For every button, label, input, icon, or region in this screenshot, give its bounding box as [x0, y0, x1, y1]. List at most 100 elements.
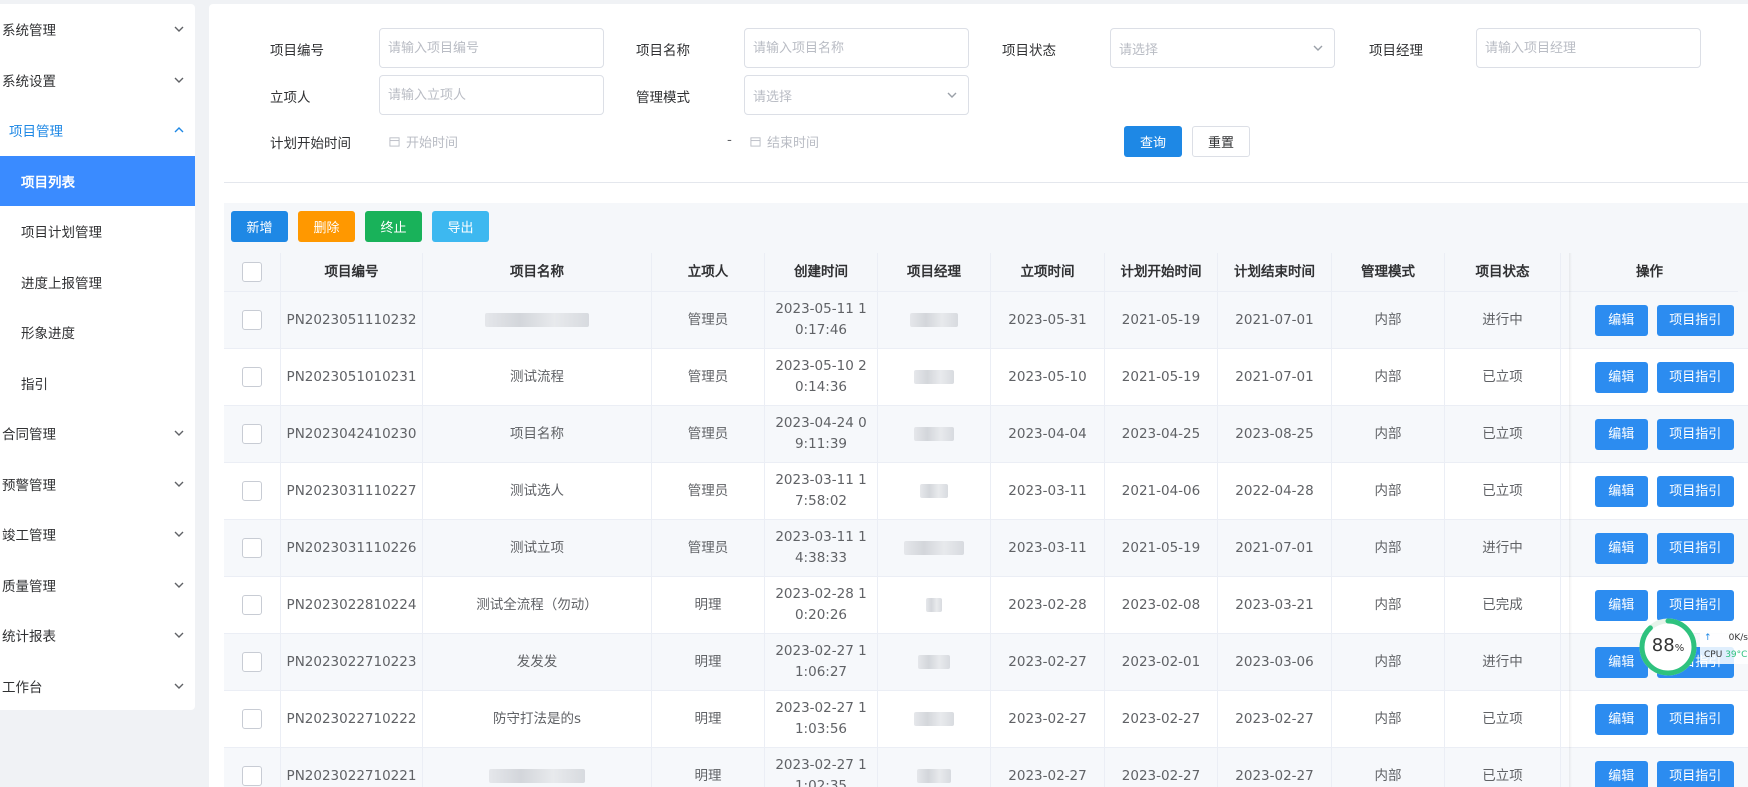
cell-text: 2023-03-11 [1008, 482, 1087, 499]
header-initiator[interactable]: 立项人 [652, 253, 765, 292]
calendar-icon [389, 137, 400, 147]
cell-plan-start: 2021-05-19 [1105, 520, 1218, 576]
sidebar-item-completion-management[interactable]: 竣工管理 [0, 509, 195, 560]
cell-text: 进行中 [1482, 311, 1523, 328]
sidebar-item-statistics-reports[interactable]: 统计报表 [0, 610, 195, 661]
sidebar-item-workbench[interactable]: 工作台 [0, 661, 195, 711]
cell-plan-end: 2021-07-01 [1218, 520, 1332, 576]
sidebar-item-system-settings[interactable]: 系统设置 [0, 55, 195, 106]
chevron-down-icon [174, 632, 184, 639]
cell-text: 已立项 [1482, 425, 1523, 442]
table-row[interactable]: PN2023051110232 管理员 2023-05-11 10:17:46 202… [224, 292, 1748, 349]
sidebar-item-system-management[interactable]: 系统管理 [0, 4, 195, 55]
sidebar-subitem-guide[interactable]: 指引 [0, 358, 195, 409]
project-guide-button[interactable]: 项目指引 [1656, 703, 1734, 735]
redacted-manager [914, 427, 954, 441]
cell-text: 内部 [1374, 368, 1402, 385]
row-checkbox[interactable] [242, 310, 262, 330]
row-checkbox[interactable] [242, 652, 262, 672]
edit-button[interactable]: 编辑 [1595, 475, 1648, 507]
header-manager[interactable]: 项目经理 [878, 253, 991, 292]
table-row[interactable]: PN2023031110226 测试立项 管理员 2023-03-11 14:38:3… [224, 520, 1748, 577]
sidebar-item-label: 系统设置 [2, 73, 56, 90]
project-no-input[interactable] [379, 28, 604, 68]
redacted-manager [910, 313, 958, 327]
export-button[interactable]: 导出 [432, 211, 489, 242]
edit-button[interactable]: 编辑 [1595, 532, 1648, 564]
project-guide-button[interactable]: 项目指引 [1656, 304, 1734, 336]
cell-text: 2021-04-06 [1121, 482, 1201, 499]
project-name-input[interactable] [744, 28, 969, 68]
table-row[interactable]: PN2023022710222 防守打法是的s 明理 2023-02-27 11:03… [224, 691, 1748, 748]
header-approved[interactable]: 立项时间 [991, 253, 1105, 292]
project-status-select[interactable]: 请选择 [1110, 28, 1335, 68]
edit-button[interactable]: 编辑 [1595, 361, 1648, 393]
sidebar-item-contract-management[interactable]: 合同管理 [0, 408, 195, 459]
cell-text: 进行中 [1482, 539, 1523, 556]
cell-plan-start: 2021-04-06 [1105, 463, 1218, 519]
row-checkbox[interactable] [242, 595, 262, 615]
row-checkbox[interactable] [242, 766, 262, 786]
edit-button[interactable]: 编辑 [1595, 304, 1648, 336]
table-row[interactable]: PN2023031110227 测试选人 管理员 2023-03-11 17:58:0… [224, 463, 1748, 520]
mgmt-mode-label: 管理模式 [636, 90, 690, 106]
row-checkbox[interactable] [242, 538, 262, 558]
cell-name: 测试流程 [423, 349, 652, 405]
header-created[interactable]: 创建时间 [765, 253, 878, 292]
sidebar-item-quality-management[interactable]: 质量管理 [0, 560, 195, 611]
cell-created: 2023-02-28 10:20:26 [765, 577, 878, 633]
select-all-checkbox[interactable] [242, 262, 262, 282]
edit-button[interactable]: 编辑 [1595, 760, 1648, 787]
project-guide-button[interactable]: 项目指引 [1656, 361, 1734, 393]
cell-initiator: 管理员 [652, 520, 765, 576]
reset-button[interactable]: 重置 [1192, 126, 1250, 157]
table-row[interactable]: PN2023051010231 测试流程 管理员 2023-05-10 20:14:3… [224, 349, 1748, 406]
sidebar-subitem-project-plan[interactable]: 项目计划管理 [0, 206, 195, 257]
terminate-button[interactable]: 终止 [365, 211, 422, 242]
header-mode[interactable]: 管理模式 [1332, 253, 1445, 292]
cell-mode: 内部 [1332, 349, 1445, 405]
query-button[interactable]: 查询 [1124, 126, 1182, 157]
row-checkbox[interactable] [242, 709, 262, 729]
row-checkbox[interactable] [242, 481, 262, 501]
table-row[interactable]: PN2023022710221 明理 2023-02-27 11:02:35 2023… [224, 748, 1748, 787]
cell-text: 发发发 [516, 653, 558, 670]
table-row[interactable]: PN2023022810224 测试全流程（勿动） 明理 2023-02-28 10:… [224, 577, 1748, 634]
table-row[interactable]: PN2023042410230 项目名称 管理员 2023-04-24 09:11:3… [224, 406, 1748, 463]
edit-button[interactable]: 编辑 [1595, 703, 1648, 735]
add-button[interactable]: 新增 [231, 211, 288, 242]
row-checkbox[interactable] [242, 424, 262, 444]
delete-button[interactable]: 删除 [298, 211, 355, 242]
header-plan-start[interactable]: 计划开始时间 [1105, 253, 1218, 292]
cell-text: 内部 [1374, 425, 1402, 442]
sidebar-subitem-image-progress[interactable]: 形象进度 [0, 307, 195, 358]
project-manager-input[interactable] [1476, 28, 1701, 68]
chevron-down-icon [1313, 45, 1323, 51]
cell-manager [878, 520, 991, 576]
header-status[interactable]: 项目状态 [1445, 253, 1561, 292]
chevron-down-icon [947, 92, 957, 98]
edit-button[interactable]: 编辑 [1595, 418, 1648, 450]
sidebar-subitem-progress-report[interactable]: 进度上报管理 [0, 257, 195, 308]
mgmt-mode-select[interactable]: 请选择 [744, 75, 969, 115]
header-plan-end[interactable]: 计划结束时间 [1218, 253, 1332, 292]
project-guide-button[interactable]: 项目指引 [1656, 589, 1734, 621]
project-guide-button[interactable]: 项目指引 [1656, 532, 1734, 564]
header-project-no[interactable]: 项目编号 [281, 253, 423, 292]
row-checkbox[interactable] [242, 367, 262, 387]
cell-approved: 2023-05-31 [991, 292, 1105, 348]
sidebar-item-project-management[interactable]: 项目管理 [0, 105, 195, 156]
project-guide-button[interactable]: 项目指引 [1656, 760, 1734, 787]
end-date-picker[interactable]: 结束时间 [750, 132, 819, 151]
initiator-input[interactable] [379, 75, 604, 115]
sidebar-subitem-project-list[interactable]: 项目列表 [0, 155, 195, 206]
cell-name: 防守打法是的s [423, 691, 652, 747]
start-date-picker[interactable]: 开始时间 [389, 132, 458, 151]
header-project-name[interactable]: 项目名称 [423, 253, 652, 292]
table-row[interactable]: PN2023022710223 发发发 明理 2023-02-27 11:06:27 2… [224, 634, 1748, 691]
edit-button[interactable]: 编辑 [1595, 589, 1648, 621]
project-guide-button[interactable]: 项目指引 [1656, 418, 1734, 450]
cell-text: 测试全流程（勿动） [476, 596, 598, 613]
project-guide-button[interactable]: 项目指引 [1656, 475, 1734, 507]
sidebar-item-warning-management[interactable]: 预警管理 [0, 459, 195, 510]
